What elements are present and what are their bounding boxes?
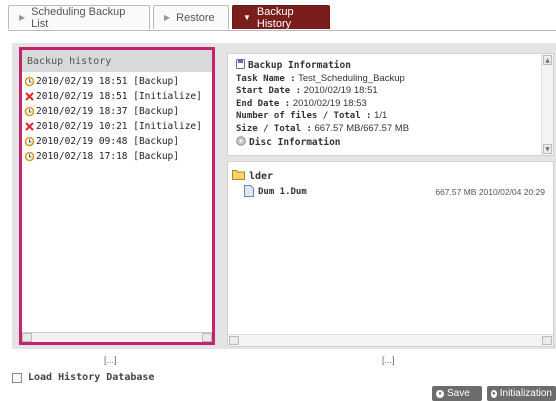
folder-row[interactable]: lder bbox=[232, 169, 273, 183]
history-item-label: 2010/02/19 18:51 [Backup] bbox=[36, 76, 179, 87]
backup-information-panel: Backup Information Task Name : Test_Sche… bbox=[227, 53, 554, 156]
chevron-right-icon: ▶ bbox=[19, 13, 26, 22]
scroll-right-button[interactable] bbox=[542, 336, 552, 345]
number-of-files-row: Number of files / Total : 1/1 bbox=[236, 110, 388, 121]
scroll-left-button[interactable] bbox=[229, 336, 239, 345]
history-item-label: 2010/02/19 18:37 [Backup] bbox=[36, 106, 179, 117]
file-name: Dum 1.Dum bbox=[258, 187, 307, 197]
scroll-right-button[interactable] bbox=[202, 333, 212, 342]
files-more-indicator[interactable]: [...] bbox=[382, 355, 395, 365]
disk-icon bbox=[236, 59, 245, 73]
task-name-row: Task Name : Test_Scheduling_Backup bbox=[236, 72, 405, 84]
tab-divider bbox=[8, 30, 556, 31]
save-icon: ● bbox=[436, 389, 444, 398]
history-item[interactable]: 2010/02/19 18:51 [Backup] bbox=[22, 74, 212, 89]
tab-label: Scheduling Backup List bbox=[31, 5, 126, 30]
backup-icon bbox=[22, 106, 36, 117]
backup-icon bbox=[22, 136, 36, 147]
history-item[interactable]: 2010/02/19 10:21 [Initialize] bbox=[22, 119, 212, 134]
chevron-down-icon: ▼ bbox=[243, 13, 251, 22]
history-more-indicator[interactable]: [...] bbox=[104, 355, 117, 365]
history-item[interactable]: 2010/02/19 18:37 [Backup] bbox=[22, 104, 212, 119]
folder-icon bbox=[232, 169, 245, 183]
end-date-row: End Date : 2010/02/19 18:53 bbox=[236, 97, 367, 109]
load-history-database[interactable]: Load History Database bbox=[12, 372, 154, 383]
tab-backup-history[interactable]: ▼ Backup History bbox=[232, 5, 330, 30]
vertical-scrollbar[interactable]: ▲ ▼ bbox=[541, 54, 553, 155]
chevron-right-icon: ▶ bbox=[164, 13, 171, 22]
history-item[interactable]: 2010/02/19 09:48 [Backup] bbox=[22, 134, 212, 149]
disc-icon bbox=[236, 136, 246, 150]
backup-history-list: 2010/02/19 18:51 [Backup] 2010/02/19 18:… bbox=[22, 72, 212, 164]
tab-scheduling-backup-list[interactable]: ▶ Scheduling Backup List bbox=[8, 5, 150, 30]
start-date-row: Start Date : 2010/02/19 18:51 bbox=[236, 85, 378, 96]
folder-label: lder bbox=[249, 170, 274, 182]
tab-label: Backup History bbox=[256, 5, 294, 30]
file-meta: 667.57 MB 2010/02/04 20:29 bbox=[435, 187, 545, 197]
backup-information-title: Backup Information bbox=[236, 59, 535, 73]
backup-icon bbox=[22, 76, 36, 87]
tab-label: Restore bbox=[176, 11, 215, 24]
load-history-checkbox[interactable] bbox=[12, 372, 22, 383]
x-icon bbox=[22, 121, 36, 132]
file-icon bbox=[244, 184, 254, 200]
scroll-left-button[interactable] bbox=[22, 333, 32, 342]
x-icon bbox=[22, 91, 36, 102]
history-item[interactable]: 2010/02/19 18:51 [Initialize] bbox=[22, 89, 212, 104]
scroll-up-button[interactable]: ▲ bbox=[543, 55, 552, 65]
horizontal-scrollbar[interactable] bbox=[22, 332, 212, 342]
tab-bar: ▶ Scheduling Backup List ▶ Restore ▼ Bac… bbox=[8, 5, 330, 31]
history-item-label: 2010/02/19 10:21 [Initialize] bbox=[36, 121, 202, 132]
save-button[interactable]: ● Save bbox=[432, 386, 482, 401]
tab-restore[interactable]: ▶ Restore bbox=[153, 5, 229, 29]
backup-icon bbox=[22, 151, 36, 162]
initialization-icon: ● bbox=[491, 389, 497, 398]
horizontal-scrollbar[interactable] bbox=[228, 334, 553, 346]
initialization-button[interactable]: ● Initialization bbox=[487, 386, 556, 401]
history-item-label: 2010/02/19 18:51 [Initialize] bbox=[36, 91, 202, 102]
backup-history-panel: Backup history 2010/02/19 18:51 [Backup]… bbox=[19, 47, 215, 345]
size-row: Size / Total : 667.57 MB/667.57 MB bbox=[236, 122, 410, 134]
backup-files-panel: lder Dum 1.Dum 667.57 MB 2010/02/04 20:2… bbox=[227, 161, 554, 347]
load-history-label: Load History Database bbox=[28, 372, 155, 383]
history-item-label: 2010/02/19 09:48 [Backup] bbox=[36, 136, 179, 147]
disc-information-title: Disc Information bbox=[236, 136, 535, 150]
history-item-label: 2010/02/18 17:18 [Backup] bbox=[36, 151, 179, 162]
backup-history-header: Backup history bbox=[22, 50, 212, 72]
scroll-down-button[interactable]: ▼ bbox=[543, 144, 552, 154]
file-row[interactable]: Dum 1.Dum 667.57 MB 2010/02/04 20:29 bbox=[244, 184, 545, 200]
history-item[interactable]: 2010/02/18 17:18 [Backup] bbox=[22, 149, 212, 164]
